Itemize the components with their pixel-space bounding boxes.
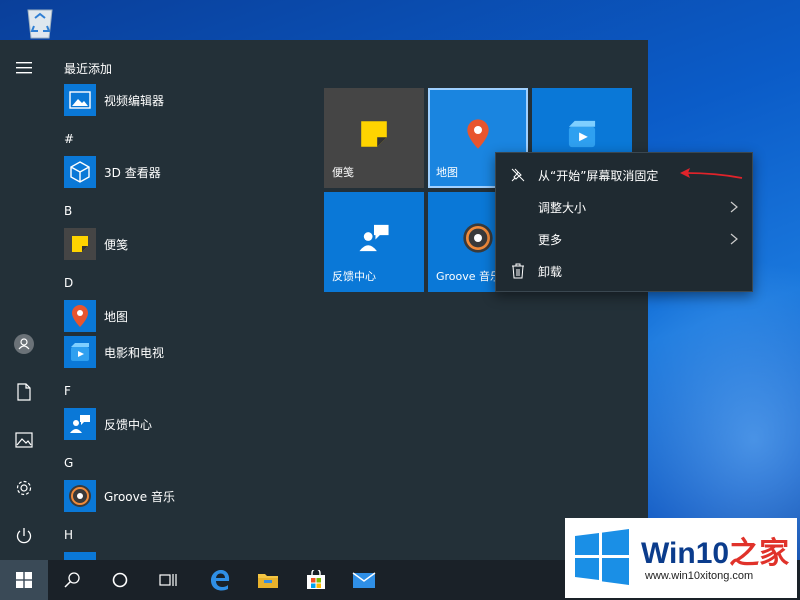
tile-label: 便笺 bbox=[332, 166, 354, 179]
letter-heading-h[interactable]: H bbox=[64, 528, 73, 542]
cortana-button[interactable] bbox=[96, 560, 144, 600]
watermark-brand-suffix: 之家 bbox=[729, 537, 790, 570]
picture-icon bbox=[15, 432, 33, 448]
menu-item-resize[interactable]: 调整大小 bbox=[496, 191, 752, 223]
app-item-sticky-notes[interactable]: 便笺 bbox=[64, 228, 128, 260]
letter-heading-b[interactable]: B bbox=[64, 204, 72, 218]
search-button[interactable] bbox=[48, 560, 96, 600]
watermark-logo: Win10之家 www.win10xitong.com bbox=[565, 518, 797, 598]
groove-icon bbox=[64, 480, 96, 512]
power-button[interactable] bbox=[0, 512, 48, 560]
app-label: 视频编辑器 bbox=[104, 93, 165, 108]
start-button[interactable] bbox=[0, 560, 48, 600]
groove-icon bbox=[463, 223, 493, 253]
taskbar-edge-button[interactable] bbox=[196, 560, 244, 600]
movies-icon bbox=[64, 336, 96, 368]
windows-logo-icon bbox=[16, 572, 32, 588]
app-label: 反馈中心 bbox=[104, 417, 153, 432]
settings-button[interactable] bbox=[0, 464, 48, 512]
windows-logo-icon bbox=[575, 529, 629, 585]
tile-feedback-hub[interactable]: 反馈中心 bbox=[324, 192, 424, 292]
app-item-3d-viewer[interactable]: 3D 查看器 bbox=[64, 156, 161, 188]
hamburger-icon bbox=[16, 62, 32, 74]
user-account-button[interactable] bbox=[0, 320, 48, 368]
pictures-button[interactable] bbox=[0, 416, 48, 464]
letter-heading-g[interactable]: G bbox=[64, 456, 73, 470]
mail-icon bbox=[352, 572, 376, 588]
tile-label: 反馈中心 bbox=[332, 270, 376, 283]
app-list: 最近添加 视频编辑器 # 3D 查看器 B 便笺 D 地图 电影和电视 F 反馈… bbox=[48, 40, 308, 560]
letter-heading-f[interactable]: F bbox=[64, 384, 71, 398]
map-pin-icon bbox=[64, 300, 96, 332]
watermark-brand-text: Win10 bbox=[641, 537, 730, 570]
menu-item-label: 调整大小 bbox=[538, 200, 587, 215]
app-label: 电影和电视 bbox=[104, 345, 165, 360]
feedback-icon bbox=[64, 408, 96, 440]
watermark-url: www.win10xitong.com bbox=[645, 570, 754, 582]
taskbar-file-explorer-button[interactable] bbox=[244, 560, 292, 600]
tile-label: 地图 bbox=[436, 166, 458, 179]
folder-icon bbox=[258, 574, 278, 588]
annotation-arrow bbox=[680, 168, 743, 179]
document-icon bbox=[17, 383, 31, 401]
app-icon bbox=[64, 552, 96, 560]
trash-icon bbox=[512, 263, 524, 279]
search-icon bbox=[64, 572, 80, 588]
task-view-icon bbox=[159, 574, 177, 586]
app-label: Groove 音乐 bbox=[104, 489, 175, 504]
hamburger-menu-button[interactable] bbox=[0, 44, 48, 92]
cortana-circle-icon bbox=[112, 572, 128, 588]
start-rail bbox=[0, 40, 48, 560]
letter-heading-hash[interactable]: # bbox=[64, 132, 74, 146]
app-label: 3D 查看器 bbox=[104, 165, 161, 180]
task-view-button[interactable] bbox=[144, 560, 192, 600]
tile-sticky-notes[interactable]: 便笺 bbox=[324, 88, 424, 188]
menu-item-label: 更多 bbox=[538, 232, 563, 247]
app-item-partial[interactable] bbox=[64, 552, 96, 560]
watermark-brand: Win10之家 bbox=[641, 528, 789, 572]
app-label: 便笺 bbox=[104, 237, 129, 252]
power-icon bbox=[16, 528, 32, 544]
chevron-right-icon bbox=[730, 233, 738, 245]
tile-label: Groove 音乐 bbox=[436, 270, 502, 283]
menu-item-label: 卸载 bbox=[538, 264, 563, 279]
app-item-groove-music[interactable]: Groove 音乐 bbox=[64, 480, 175, 512]
chevron-right-icon bbox=[730, 201, 738, 213]
movies-icon bbox=[568, 120, 596, 148]
taskbar-mail-button[interactable] bbox=[340, 560, 388, 600]
taskbar-store-button[interactable] bbox=[292, 560, 340, 600]
store-bag-icon bbox=[307, 570, 325, 589]
start-menu: 最近添加 视频编辑器 # 3D 查看器 B 便笺 D 地图 电影和电视 F 反馈… bbox=[0, 40, 648, 560]
gear-icon bbox=[16, 480, 32, 496]
menu-item-uninstall[interactable]: 卸载 bbox=[496, 255, 752, 287]
cube-icon bbox=[64, 156, 96, 188]
user-avatar-icon bbox=[14, 334, 34, 354]
unpin-icon bbox=[511, 168, 525, 182]
feedback-icon bbox=[359, 224, 389, 252]
documents-button[interactable] bbox=[0, 368, 48, 416]
recently-added-heading: 最近添加 bbox=[64, 62, 113, 76]
app-item-feedback-hub[interactable]: 反馈中心 bbox=[64, 408, 152, 440]
map-pin-icon bbox=[467, 119, 489, 149]
menu-item-more[interactable]: 更多 bbox=[496, 223, 752, 255]
sticky-note-icon bbox=[64, 228, 96, 260]
app-item-maps[interactable]: 地图 bbox=[64, 300, 128, 332]
app-item-movies-tv[interactable]: 电影和电视 bbox=[64, 336, 164, 368]
edge-browser-icon bbox=[211, 570, 230, 591]
sticky-note-icon bbox=[361, 121, 387, 147]
menu-item-label: 从“开始”屏幕取消固定 bbox=[538, 168, 659, 183]
app-item-video-editor[interactable]: 视频编辑器 bbox=[64, 84, 164, 116]
app-label: 地图 bbox=[104, 309, 129, 324]
video-editor-icon bbox=[64, 84, 96, 116]
recycle-bin-icon[interactable] bbox=[20, 4, 60, 40]
letter-heading-d[interactable]: D bbox=[64, 276, 73, 290]
